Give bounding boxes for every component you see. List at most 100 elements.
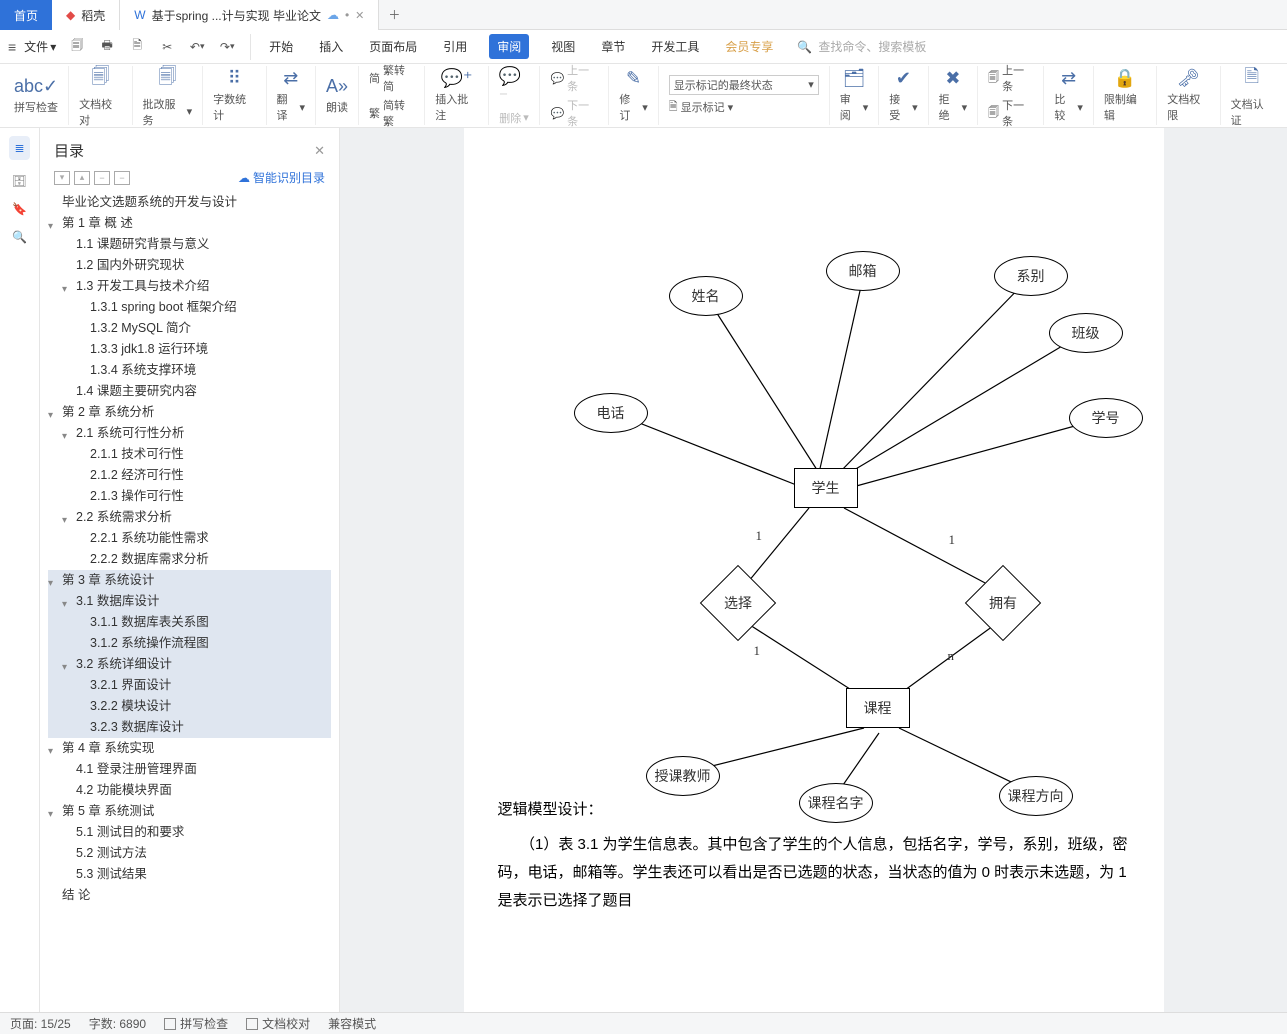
bookmark-rail-icon[interactable]: 🗄	[12, 174, 27, 188]
preview-icon[interactable]: 🗎	[124, 34, 150, 60]
outline-item[interactable]: 2.2.2 数据库需求分析	[76, 549, 331, 570]
outline-item[interactable]: 第 5 章 系统测试	[62, 804, 154, 818]
rg-translate[interactable]: ⇄翻译▾	[267, 66, 316, 125]
outline-item[interactable]: 毕业论文选题系统的开发与设计	[48, 192, 331, 213]
rg-wordcount[interactable]: ⠿字数统计	[203, 66, 266, 125]
outline-item[interactable]: 5.3 测试结果	[62, 864, 331, 885]
file-menu[interactable]: 文件▾	[20, 36, 60, 57]
outline-item[interactable]: 3.2.1 界面设计	[76, 675, 331, 696]
rg-docperm[interactable]: 🗝文档权限	[1157, 66, 1220, 125]
rg-track[interactable]: ✎修订▾	[609, 66, 658, 125]
outline-item[interactable]: 2.1.2 经济可行性	[76, 465, 331, 486]
outline-panel: 目录 ✕ ▾ ▴ − − ☁智能识别目录 毕业论文选题系统的开发与设计 ▾第 1…	[40, 128, 340, 1012]
smart-outline-button[interactable]: ☁智能识别目录	[238, 169, 325, 186]
status-page[interactable]: 页面: 15/25	[10, 1015, 71, 1032]
rlbl-del: 删除▾	[499, 110, 529, 126]
rg-accept[interactable]: ✔接受▾	[879, 66, 928, 125]
btn-t2s[interactable]: 繁简转繁	[369, 97, 414, 129]
close-icon[interactable]: ✕	[355, 9, 364, 22]
outline-item[interactable]: 2.2.1 系统功能性需求	[76, 528, 331, 549]
menu-start[interactable]: 开始	[265, 34, 297, 59]
outline-item[interactable]: 2.1 系统可行性分析	[76, 426, 184, 440]
outline-item[interactable]: 1.3 开发工具与技术介绍	[76, 279, 209, 293]
btn-next-rev[interactable]: 🗐下一条	[988, 97, 1033, 129]
rg-comment[interactable]: 💬⁺插入批注	[425, 66, 488, 125]
menu-chapter[interactable]: 章节	[597, 34, 629, 59]
outline-item[interactable]: 3.2.3 数据库设计	[76, 717, 331, 738]
redo-icon[interactable]: ↷▾	[214, 34, 240, 60]
command-search[interactable]: 🔍 查找命令、搜索模板	[797, 38, 926, 55]
status-proof[interactable]: 文档校对	[246, 1015, 310, 1032]
rg-doccert[interactable]: 🗎文档认证	[1221, 66, 1283, 125]
outline-item[interactable]: 4.1 登录注册管理界面	[62, 759, 331, 780]
rg-revise[interactable]: 🗐批改服务▾	[133, 66, 204, 125]
outline-item[interactable]: 1.3.3 jdk1.8 运行环境	[76, 339, 331, 360]
menu-vip[interactable]: 会员专享	[721, 34, 777, 59]
outline-item[interactable]: 3.1.2 系统操作流程图	[76, 633, 331, 654]
menu-devtools[interactable]: 开发工具	[647, 34, 703, 59]
menu-review[interactable]: 审阅	[489, 34, 529, 59]
outline-item[interactable]: 3.1.1 数据库表关系图	[76, 612, 331, 633]
outline-item[interactable]: 1.1 课题研究背景与意义	[62, 234, 331, 255]
tab-menu-icon[interactable]: •	[345, 8, 349, 22]
outline-item[interactable]: 5.1 测试目的和要求	[62, 822, 331, 843]
undo-icon[interactable]: ↶▾	[184, 34, 210, 60]
ot-minus[interactable]: −	[94, 171, 110, 185]
outline-item[interactable]: 1.4 课题主要研究内容	[62, 381, 331, 402]
outline-item[interactable]: 第 2 章 系统分析	[62, 405, 154, 419]
outline-item[interactable]: 1.3.2 MySQL 简介	[76, 318, 331, 339]
outline-item[interactable]: 4.2 功能模块界面	[62, 780, 331, 801]
outline-item[interactable]: 2.2 系统需求分析	[76, 510, 172, 524]
outline-item[interactable]: 第 4 章 系统实现	[62, 741, 154, 755]
rg-restrict[interactable]: 🔒限制编辑	[1094, 66, 1157, 125]
menu-view[interactable]: 视图	[547, 34, 579, 59]
outline-item[interactable]: 1.3.1 spring boot 框架介绍	[76, 297, 331, 318]
rlbl-track: 修订▾	[619, 91, 647, 123]
menu-ref[interactable]: 引用	[439, 34, 471, 59]
outline-item[interactable]: 3.1 数据库设计	[76, 594, 159, 608]
outline-item[interactable]: 第 1 章 概 述	[62, 216, 133, 230]
btn-s2t[interactable]: 简繁转简	[369, 62, 414, 94]
btn-show-markup[interactable]: 🗎显示标记▾	[669, 98, 819, 117]
outline-item[interactable]: 1.2 国内外研究现状	[62, 255, 331, 276]
outline-item[interactable]: 2.1.3 操作可行性	[76, 486, 331, 507]
hamburger-icon[interactable]: ≡	[8, 39, 16, 55]
outline-item[interactable]: 1.3.4 系统支撑环境	[76, 360, 331, 381]
markup-select[interactable]: 显示标记的最终状态▾	[669, 75, 819, 95]
print-icon[interactable]: 🖶	[94, 34, 120, 60]
search-rail-icon[interactable]: 🔍	[12, 230, 27, 244]
status-spell[interactable]: 拼写检查	[164, 1015, 228, 1032]
menu-layout[interactable]: 页面布局	[365, 34, 421, 59]
outline-item[interactable]: 2.1.1 技术可行性	[76, 444, 331, 465]
rg-spellcheck[interactable]: abc✓拼写检查	[4, 66, 69, 125]
rg-reject[interactable]: ✖拒绝▾	[929, 66, 978, 125]
document-viewport[interactable]: 邮箱 系别 姓名 班级 电话 学号 学生 选择 拥有 课程 授课教师 课程名字 …	[340, 128, 1287, 1012]
rlbl-acc: 接受▾	[889, 91, 917, 123]
rg-read[interactable]: A»朗读	[316, 66, 359, 125]
rlbl-cert: 文档认证	[1231, 96, 1273, 128]
save-icon[interactable]: 🗐	[64, 34, 90, 60]
close-outline-icon[interactable]: ✕	[314, 143, 325, 159]
outline-item[interactable]: 5.2 测试方法	[62, 843, 331, 864]
outline-item[interactable]: 3.2.2 模块设计	[76, 696, 331, 717]
ribbon-rail-icon[interactable]: 🔖	[12, 202, 27, 216]
tab-docshell[interactable]: ◆稻壳	[52, 0, 120, 30]
outline-item[interactable]: 结 论	[48, 885, 331, 906]
btn-prev-rev[interactable]: 🗐上一条	[988, 62, 1033, 94]
new-tab-button[interactable]: ＋	[379, 0, 409, 29]
status-words[interactable]: 字数: 6890	[89, 1015, 146, 1032]
rg-compare[interactable]: ⇄比较▾	[1044, 66, 1093, 125]
outline-item[interactable]: 3.2 系统详细设计	[76, 657, 172, 671]
rg-pane[interactable]: 🗂审阅▾	[830, 66, 879, 125]
rg-docproof[interactable]: 🗐文档校对	[69, 66, 132, 125]
outline-rail-icon[interactable]: ≣	[9, 136, 29, 160]
cut-icon[interactable]: ✂	[154, 34, 180, 60]
expand-all-button[interactable]: ▾	[54, 171, 70, 185]
card-1c: 1	[754, 643, 761, 659]
collapse-all-button[interactable]: ▴	[74, 171, 90, 185]
menu-insert[interactable]: 插入	[315, 34, 347, 59]
tab-current-doc[interactable]: W 基于spring ...计与实现 毕业论文 ☁ • ✕	[120, 0, 379, 30]
tab-home[interactable]: 首页	[0, 0, 52, 30]
outline-item-selected[interactable]: 第 3 章 系统设计	[62, 573, 154, 587]
ot-minus2[interactable]: −	[114, 171, 130, 185]
